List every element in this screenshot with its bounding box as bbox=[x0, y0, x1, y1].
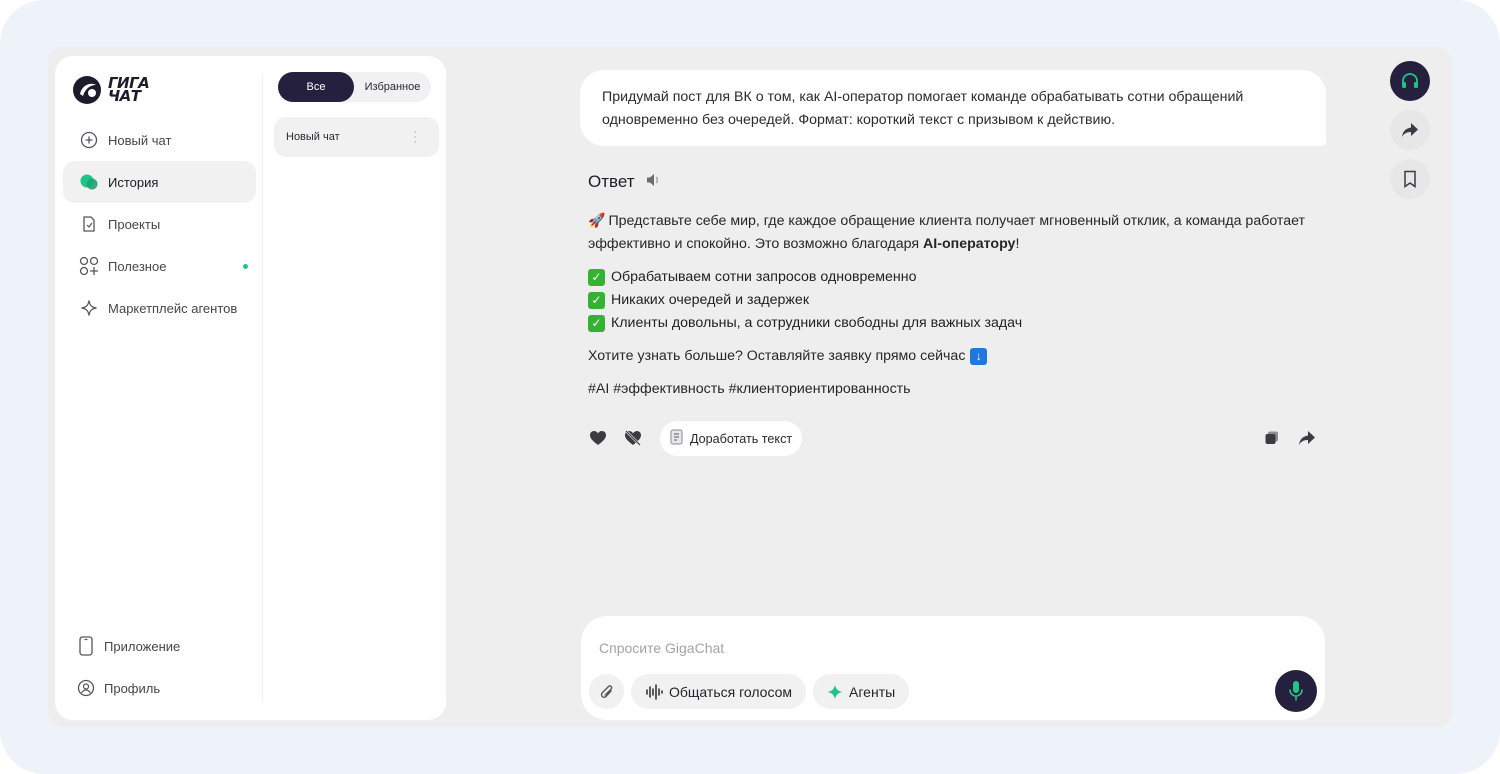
gigachat-logo[interactable]: ГИГА ЧАТ bbox=[72, 74, 150, 105]
sidebar-item-new-chat[interactable]: Новый чат bbox=[63, 119, 256, 161]
notification-dot bbox=[243, 264, 248, 269]
sidebar-item-history[interactable]: История bbox=[63, 161, 256, 203]
improve-text-label: Доработать текст bbox=[690, 431, 793, 446]
phone-icon bbox=[76, 636, 96, 656]
bookmark-button[interactable] bbox=[1390, 159, 1430, 199]
share-icon bbox=[1402, 123, 1418, 137]
dislike-icon[interactable] bbox=[623, 428, 643, 448]
sidebar-item-profile[interactable]: Профиль bbox=[68, 667, 258, 709]
microphone-icon bbox=[1289, 681, 1303, 701]
improve-text-button[interactable]: Доработать текст bbox=[660, 421, 803, 456]
paperclip-icon bbox=[600, 684, 612, 698]
sidebar-item-label: Профиль bbox=[104, 680, 161, 696]
voice-wave-icon bbox=[646, 683, 663, 700]
sidebar-nav: Новый чат История Проекты Полезное Марке… bbox=[63, 119, 256, 329]
check-icon: ✓ bbox=[588, 292, 605, 309]
plus-circle-icon bbox=[79, 130, 99, 150]
headphones-button[interactable] bbox=[1390, 61, 1430, 101]
microphone-button[interactable] bbox=[1275, 670, 1317, 712]
sidebar-item-label: Маркетплейс агентов bbox=[108, 300, 238, 316]
sidebar-item-marketplace[interactable]: Маркетплейс агентов bbox=[63, 287, 256, 329]
composer-toolbar: Общаться голосом Агенты bbox=[589, 674, 910, 709]
message-composer: Спросите GigaChat Общаться голосом Агент… bbox=[581, 616, 1325, 720]
down-arrow-icon: ↓ bbox=[970, 348, 988, 365]
list-item: ✓ Клиенты довольны, а сотрудники свободн… bbox=[588, 312, 1318, 335]
check-icon: ✓ bbox=[588, 269, 605, 286]
answer-actions: Доработать текст bbox=[588, 421, 1318, 456]
sidebar-bottom: Приложение Профиль bbox=[68, 625, 258, 709]
share-chat-button[interactable] bbox=[1390, 110, 1430, 150]
filter-all-tab[interactable]: Все bbox=[278, 72, 354, 102]
answer-title: Ответ bbox=[588, 172, 635, 191]
sidebar-item-label: Новый чат bbox=[108, 132, 172, 148]
assistant-answer: Ответ 🚀 Представьте себе мир, где каждое … bbox=[588, 170, 1318, 401]
project-file-icon bbox=[79, 214, 99, 234]
answer-header: Ответ bbox=[588, 170, 1318, 194]
like-heart-icon[interactable] bbox=[588, 428, 608, 448]
bookmark-icon bbox=[1404, 170, 1416, 188]
user-message: Придумай пост для ВК о том, как AI-опера… bbox=[580, 70, 1326, 146]
agents-button[interactable]: Агенты bbox=[813, 674, 910, 709]
list-item: ✓ Никаких очередей и задержек bbox=[588, 289, 1318, 312]
rocket-icon: 🚀 bbox=[588, 212, 606, 228]
sidebar-item-label: Приложение bbox=[104, 638, 181, 654]
answer-bullets: ✓ Обрабатываем сотни запросов одновремен… bbox=[588, 266, 1318, 335]
sidebar-item-label: Проекты bbox=[108, 216, 161, 232]
headphones-icon bbox=[1402, 73, 1418, 88]
edit-text-icon bbox=[670, 429, 684, 448]
chat-title: Новый чат bbox=[286, 131, 340, 143]
chat-bubbles-icon bbox=[79, 172, 99, 192]
share-icon[interactable] bbox=[1297, 428, 1317, 448]
sparkle-icon bbox=[79, 298, 99, 318]
sidebar-item-label: История bbox=[108, 174, 159, 190]
answer-cta: Хотите узнать больше? Оставляйте заявку … bbox=[588, 345, 1318, 368]
sidebar-item-label: Полезное bbox=[108, 258, 167, 274]
grid-plus-icon bbox=[79, 256, 99, 276]
answer-bold-term: AI-оператору bbox=[923, 236, 1016, 252]
more-vertical-icon[interactable]: · · · bbox=[413, 127, 417, 148]
check-icon: ✓ bbox=[588, 315, 605, 332]
speaker-icon[interactable] bbox=[645, 172, 663, 193]
sidebar: ГИГА ЧАТ Новый чат История Проекты Полез… bbox=[55, 56, 446, 720]
list-item: ✓ Обрабатываем сотни запросов одновремен… bbox=[588, 266, 1318, 289]
agents-label: Агенты bbox=[849, 683, 896, 700]
logo-mark-icon bbox=[73, 76, 101, 104]
chat-list-item[interactable]: Новый чат · · · bbox=[274, 117, 439, 157]
voice-chat-button[interactable]: Общаться голосом bbox=[631, 674, 807, 709]
user-message-text: Придумай пост для ВК о том, как AI-опера… bbox=[602, 89, 1244, 128]
answer-intro: 🚀 Представьте себе мир, где каждое обраще… bbox=[588, 212, 1306, 252]
history-filter: Все Избранное bbox=[278, 72, 431, 102]
profile-icon bbox=[76, 678, 96, 698]
attach-button[interactable] bbox=[589, 674, 624, 709]
voice-chat-label: Общаться голосом bbox=[669, 683, 793, 700]
right-rail bbox=[1390, 61, 1431, 208]
sidebar-divider bbox=[262, 74, 263, 702]
sidebar-item-app[interactable]: Приложение bbox=[68, 625, 258, 667]
sidebar-item-projects[interactable]: Проекты bbox=[63, 203, 256, 245]
copy-icon[interactable] bbox=[1262, 428, 1282, 448]
composer-input[interactable]: Спросите GigaChat bbox=[599, 640, 724, 656]
sparkle-icon bbox=[827, 684, 843, 699]
sidebar-item-useful[interactable]: Полезное bbox=[63, 245, 256, 287]
logo-text: ГИГА ЧАТ bbox=[108, 74, 150, 105]
answer-hashtags: #AI #эффективность #клиенториентированно… bbox=[588, 381, 911, 397]
filter-favorites-tab[interactable]: Избранное bbox=[354, 72, 431, 102]
